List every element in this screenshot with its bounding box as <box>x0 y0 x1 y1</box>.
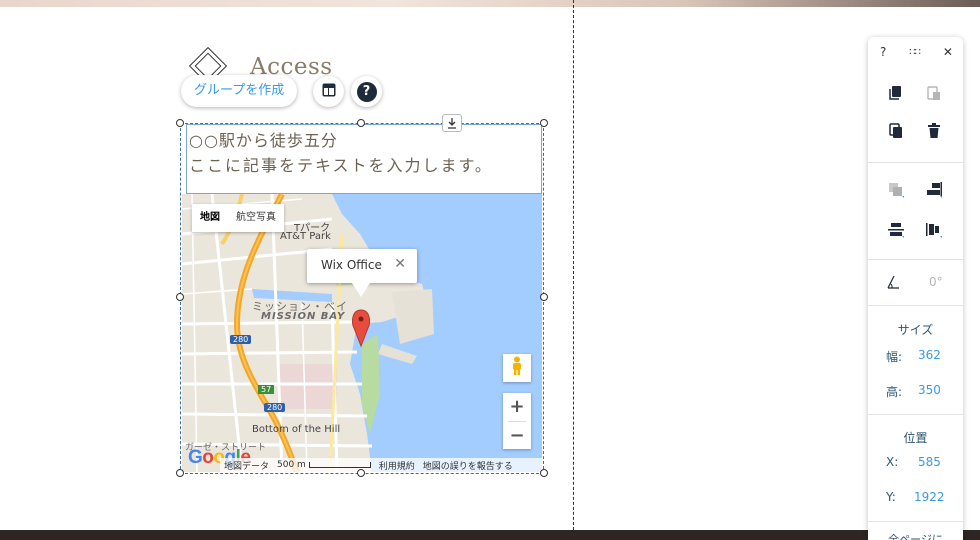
resize-handle-sw[interactable] <box>176 469 184 477</box>
y-label: Y: <box>886 490 896 504</box>
panel-divider <box>868 259 963 260</box>
download-arrow-icon <box>447 114 457 133</box>
resize-handle-e[interactable] <box>540 293 548 301</box>
rotation-value[interactable]: 0° <box>929 275 943 289</box>
panel-drag-handle-icon[interactable]: ∷∷ <box>909 47 921 58</box>
panel-close-icon[interactable]: ✕ <box>943 45 953 59</box>
layout-icon <box>322 82 336 101</box>
height-value[interactable]: 350 <box>918 383 941 397</box>
width-label: 幅: <box>886 350 903 364</box>
stretch-button[interactable] <box>442 114 462 132</box>
editor-canvas: Access グループを作成 ? ○○駅から徒歩五分 ここに記事をテキストを入力… <box>0 0 980 540</box>
size-heading: サイズ <box>897 323 934 337</box>
panel-help-icon[interactable]: ? <box>880 45 886 59</box>
panel-divider <box>868 414 963 415</box>
height-label: 高: <box>886 385 903 399</box>
resize-handle-nw[interactable] <box>176 119 184 127</box>
paste-icon[interactable] <box>925 84 943 102</box>
arrange-icon[interactable] <box>887 181 905 199</box>
panel-divider <box>868 305 963 306</box>
rotate-angle-icon[interactable] <box>884 273 902 291</box>
x-value[interactable]: 585 <box>918 455 941 469</box>
header-strip <box>0 0 980 7</box>
help-icon: ? <box>356 81 377 102</box>
create-group-button[interactable]: グループを作成 <box>181 75 298 107</box>
resize-handle-w[interactable] <box>176 293 184 301</box>
inspector-panel: ? ∷∷ ✕ 0° サイズ 幅: 362 高: 350 位置 X: 585 Y:… <box>868 37 963 540</box>
distribute-icon[interactable] <box>925 221 943 239</box>
panel-divider <box>868 162 963 163</box>
y-value[interactable]: 1922 <box>914 490 945 504</box>
x-label: X: <box>886 455 899 469</box>
resize-handle-n[interactable] <box>357 119 365 127</box>
footer-strip <box>0 530 980 540</box>
layout-button[interactable] <box>313 76 344 107</box>
copy-icon[interactable] <box>887 84 905 102</box>
show-on-all-pages-label[interactable]: 全ページに <box>868 531 963 540</box>
align-center-icon[interactable] <box>887 221 905 239</box>
panel-divider <box>868 521 963 522</box>
duplicate-icon[interactable] <box>887 122 905 140</box>
panel-header: ? ∷∷ ✕ <box>868 37 963 67</box>
align-right-icon[interactable] <box>925 181 943 199</box>
help-button[interactable]: ? <box>351 76 382 107</box>
resize-handle-s[interactable] <box>357 469 365 477</box>
width-value[interactable]: 362 <box>918 348 941 362</box>
delete-icon[interactable] <box>925 122 943 140</box>
page-guide-line <box>573 0 574 540</box>
resize-handle-ne[interactable] <box>540 119 548 127</box>
resize-handle-se[interactable] <box>540 469 548 477</box>
selection-box <box>180 123 544 474</box>
position-heading: 位置 <box>903 431 928 445</box>
